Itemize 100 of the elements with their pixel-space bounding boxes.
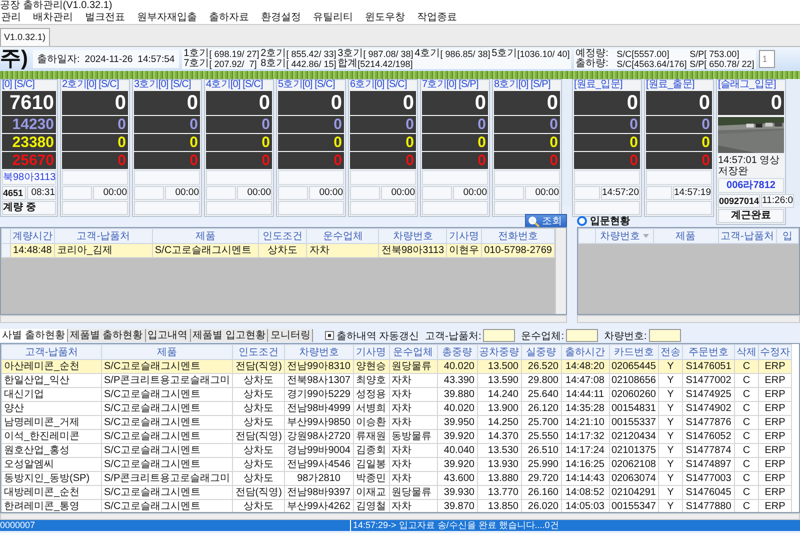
column-header[interactable]: 전송 (658, 344, 682, 360)
column-header[interactable]: 계량시간 (10, 228, 54, 244)
filter-label: 고객-납품처: (425, 330, 482, 342)
column-header[interactable]: 삭제 (734, 344, 758, 360)
machine-total: [ 698.19/ 27] (209, 49, 260, 59)
table-row[interactable]: 오성알엠씨 S/C고로슬래그시멘트 상차도 전남99사4546 김일봉 자차 39.920 13.930 25.990 14:16:25 02062108 Y S1474897 C ERP (2, 458, 792, 472)
table-row[interactable]: 한일산업_익산 S/P콘크리트용고로슬래그미 상차도 전북98사1307 최양호 자차 43.390 13.590 29.800 14:47:08 02108656 Y S1477002 C ERP (2, 374, 792, 388)
time-field: 11:26:0 (761, 194, 794, 208)
table-cell: 전북98아3113 (378, 244, 447, 258)
column-header[interactable]: 고객-납품처 (2, 344, 102, 360)
column-header[interactable]: 인도조건 (258, 228, 307, 244)
table-row[interactable]: 양산 S/C고로슬래그시멘트 상차도 전남98바4999 서병희 자차 40.020 13.900 26.120 14:35:28 00154831 Y S1474902 C ERP (2, 402, 792, 416)
menu-item[interactable]: 출하자료 (208, 12, 250, 24)
time-field: 00:00 (524, 186, 560, 200)
input-field[interactable]: 1 (759, 50, 776, 68)
input-field[interactable] (483, 329, 516, 342)
table-row[interactable]: 대방레미콘_순천 S/C고로슬래그시멘트 전담(직영) 전남98바9397 이재교 원당물류 39.930 13.770 26.160 14:08:52 02104291 Y S1476045 C ERP (2, 486, 792, 500)
column-header[interactable]: 기사명 (446, 228, 482, 244)
panel-title: 5호기[0] [S/C] (278, 80, 336, 90)
scrollbar[interactable] (555, 228, 566, 314)
time-field: 00:00 (452, 186, 488, 200)
table-row[interactable]: 이석_한진레미콘 S/C고로슬래그시멘트 전담(직영) 강원98사2720 류재원 동방물류 39.920 14.370 25.550 14:17:32 02120434 Y S1476052 C ERP (2, 430, 792, 444)
document-tab[interactable]: V1.0.32.1) (0, 28, 50, 46)
column-header[interactable]: 주문번호 (682, 344, 734, 360)
panel-title: 8호기[0] [S/P] (494, 80, 552, 90)
table-cell: 자차 (306, 244, 379, 258)
weight-display: 0 (350, 91, 416, 115)
column-header[interactable]: 수정자 (758, 344, 792, 360)
menu-item[interactable]: 배차관리 (32, 12, 74, 24)
company-name: 주) (0, 47, 29, 71)
column-header[interactable]: 차량번호 (596, 228, 654, 244)
column-header[interactable]: 고객-납품처 (54, 228, 152, 244)
menu-item[interactable]: 환경설정 (260, 12, 302, 24)
report-tab[interactable]: 제품별 출하현황 (68, 329, 146, 342)
search-button[interactable]: 조회 (525, 214, 567, 228)
weight-display: 14230 (2, 116, 56, 133)
column-header[interactable]: 기사명 (353, 344, 389, 360)
report-tab[interactable]: 입고내역 (146, 329, 191, 342)
table-row[interactable]: 동방지인_동방(SP) S/P콘크리트용고로슬래그미 상차도 98가2810 박종민 자차 43.600 13.880 29.720 14:14:43 02063074 Y S1477003 C ERP (2, 472, 792, 486)
scrollbar[interactable] (577, 315, 800, 323)
table-row[interactable]: 원호산업_홍성 S/C고로슬래그시멘트 상차도 경남99바9004 김종회 자차 40.040 13.530 26.510 14:17:24 02101375 Y S1477874 C ERP (2, 444, 792, 458)
machine-label: 합계 (338, 59, 358, 69)
column-header[interactable]: 인도조건 (232, 344, 285, 360)
code-field: 00927014 (718, 194, 760, 208)
weight-display: 0 (278, 116, 344, 133)
table-row[interactable]: 대신기업 S/C고로슬래그시멘트 상차도 경기99아5229 성정용 자차 39.880 14.240 25.640 14:44:11 02060260 Y S1474925 C ERP (2, 388, 792, 402)
weight-display: 0 (62, 116, 128, 133)
weight-display: 0 (278, 91, 344, 115)
report-tab[interactable]: 제품별 입고현황 (190, 329, 268, 342)
menu-item[interactable]: 작업종료 (416, 12, 458, 24)
column-header[interactable]: 고객-납품처 (718, 228, 776, 244)
column-header[interactable]: 차량번호 (378, 228, 447, 244)
input-field[interactable] (566, 329, 598, 342)
column-header[interactable]: 입 (776, 228, 798, 244)
weight-display: 0 (206, 91, 272, 115)
weight-display: 0 (422, 134, 488, 151)
status-text: 0000007 (0, 520, 36, 531)
column-header[interactable]: 실중량 (521, 344, 561, 360)
scrollbar[interactable] (0, 513, 800, 520)
column-header[interactable]: 공차중량 (477, 344, 521, 360)
table-row[interactable]: 아산레미콘_순천 S/C고로슬래그시멘트 전담(직영) 전남99아8310 양현승 원당물류 40.020 13.500 26.520 14:48:20 02065445 Y S1476051 C ERP (2, 360, 792, 374)
column-header[interactable]: 출하시간 (561, 344, 609, 360)
column-header[interactable]: 제품 (653, 228, 718, 244)
weight-display: 0 (206, 134, 272, 151)
weight-display: 0 (718, 91, 784, 115)
column-header[interactable]: 총중량 (437, 344, 477, 360)
weight-display: 0 (62, 91, 128, 115)
filter-label: 차량번호: (604, 330, 647, 342)
column-header[interactable]: 전화번호 (482, 228, 554, 244)
weight-display: 0 (206, 152, 272, 169)
weight-display: 0 (494, 134, 560, 151)
column-header[interactable]: 운수업체 (306, 228, 379, 244)
menu-item[interactable]: 관리 (0, 12, 22, 24)
column-header[interactable]: 운수업체 (389, 344, 437, 360)
search-icon (528, 216, 540, 226)
input-field[interactable] (648, 329, 681, 342)
menu-item[interactable]: 벌크전표 (84, 12, 126, 24)
report-tab[interactable]: 모니터링 (268, 329, 314, 342)
scrollbar[interactable] (0, 315, 567, 323)
machine-total: [ 986.85/ 38] (440, 49, 490, 59)
menu-item[interactable]: 유틸리티 (312, 12, 354, 24)
row-header (2, 228, 10, 244)
table-row[interactable]: 남명레미콘_거제 S/C고로슬래그시멘트 상차도 부산99사9850 이승환 자차 39.950 14.250 25.700 14:21:10 00155337 Y S1477876 C ERP (2, 416, 792, 430)
checkbox[interactable] (325, 331, 334, 340)
column-header[interactable]: 카드번호 (609, 344, 658, 360)
column-header[interactable]: 차량번호 (284, 344, 353, 360)
table-row[interactable]: 14:48:48 코리아_김제 S/C고로슬래그시멘트 상차도 자차 전북98아3113 이현우 010-5798-2769 (2, 244, 554, 258)
report-tab[interactable]: 사별 출하현황 (0, 329, 68, 342)
column-header[interactable]: 제품 (152, 228, 258, 244)
weight-display: 0 (134, 116, 200, 133)
table-cell: 이현우 (446, 244, 482, 258)
panel-title: [슬래그_입문] (718, 80, 777, 90)
table-row[interactable]: 한려레미콘_통영 S/C고로슬래그시멘트 상차도 부산99사4262 김영철 자차 39.870 13.850 26.020 14:05:03 00155347 Y S1477880 C ERP (2, 500, 792, 512)
menu-item[interactable]: 원부자재입출 (136, 12, 198, 24)
date-value: 2024-11-26 (84, 54, 133, 64)
weight-display: 0 (134, 134, 200, 151)
column-header[interactable]: 제품 (102, 344, 233, 360)
menu-item[interactable]: 윈도우창 (364, 12, 406, 24)
time-field: 14:57:19 (673, 186, 712, 200)
time-field: 00:00 (92, 186, 128, 200)
